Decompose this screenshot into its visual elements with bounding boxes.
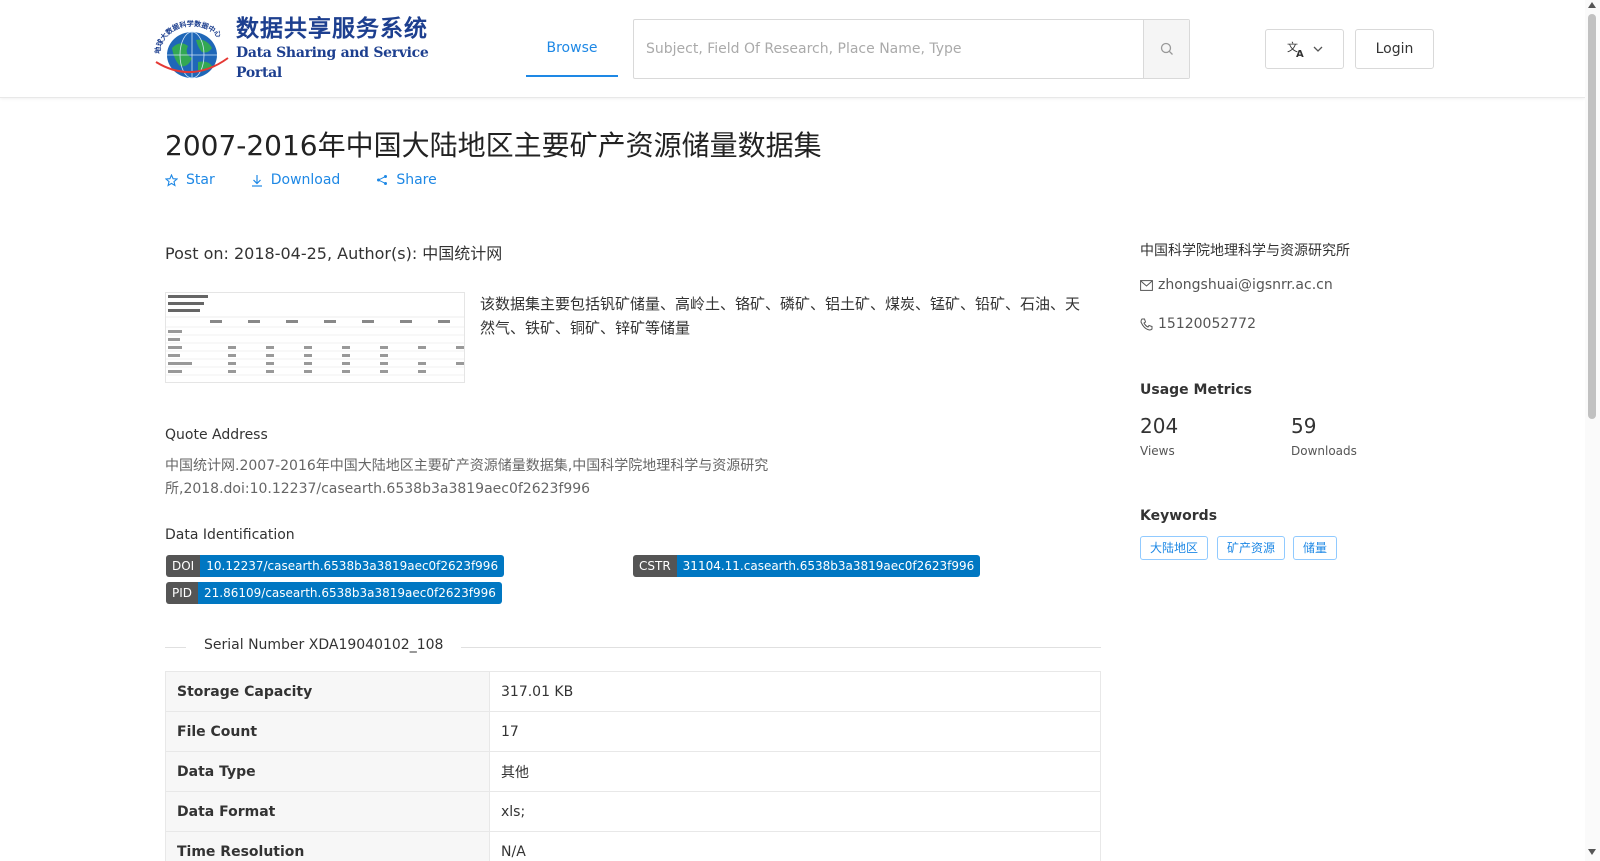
search-box <box>633 19 1190 79</box>
logo-en-text: Data Sharing and Service Portal <box>236 45 429 81</box>
info-value: 17 <box>489 711 1101 752</box>
info-key: Data Format <box>165 791 490 832</box>
info-value: N/A <box>489 831 1101 861</box>
dataset-actions: Star Download Share <box>165 172 473 188</box>
download-button[interactable]: Download <box>251 172 341 188</box>
pid-badge-value: 21.86109/casearth.6538b3a3819aec0f2623f9… <box>198 582 502 604</box>
keyword-tag[interactable]: 储量 <box>1293 536 1338 560</box>
scroll-thumb[interactable] <box>1588 14 1596 419</box>
table-row: Time Resolution N/A <box>165 831 1101 861</box>
info-key: Data Type <box>165 751 490 792</box>
globe-logo-icon: 地球大数据科学数据中心 <box>152 18 232 80</box>
post-info: Post on: 2018-04-25, Author(s): 中国统计网 <box>165 244 503 263</box>
phone-icon <box>1140 318 1153 331</box>
chevron-down-icon <box>1313 46 1322 52</box>
cstr-badge-value: 31104.11.casearth.6538b3a3819aec0f2623f9… <box>676 555 981 577</box>
nav-browse[interactable]: Browse <box>526 20 618 77</box>
mail-icon <box>1140 279 1153 291</box>
pid-badge-key: PID <box>166 582 199 604</box>
dataset-thumbnail[interactable] <box>165 292 465 383</box>
top-header: 地球大数据科学数据中心 数据共享服务系统 Data Sharing and Se… <box>0 0 1585 98</box>
email-text: zhongshuai@igsnrr.ac.cn <box>1158 277 1333 293</box>
views-label: Views <box>1140 444 1175 458</box>
phone-text: 15120052772 <box>1158 316 1256 332</box>
pid-badge[interactable]: PID 21.86109/casearth.6538b3a3819aec0f26… <box>166 582 502 604</box>
translate-icon: 文 A <box>1287 40 1304 58</box>
share-button[interactable]: Share <box>376 172 437 188</box>
search-button[interactable] <box>1143 20 1189 78</box>
quote-address-label: Quote Address <box>165 427 268 443</box>
keyword-tag[interactable]: 大陆地区 <box>1140 536 1209 560</box>
download-icon <box>251 174 262 187</box>
svg-text:A: A <box>1296 49 1304 58</box>
page-scrollbar[interactable] <box>1585 0 1600 861</box>
doi-badge-value: 10.12237/casearth.6538b3a3819aec0f2623f9… <box>200 555 505 577</box>
language-button[interactable]: 文 A <box>1265 29 1344 69</box>
star-icon <box>165 173 178 187</box>
keyword-tag[interactable]: 矿产资源 <box>1217 536 1286 560</box>
search-input[interactable] <box>634 20 1143 78</box>
share-icon <box>377 175 388 185</box>
dataset-title: 2007-2016年中国大陆地区主要矿产资源储量数据集 <box>165 129 822 162</box>
info-key: Storage Capacity <box>165 671 490 712</box>
table-row: Data Type 其他 <box>165 751 1101 792</box>
quote-address-text: 中国统计网.2007-2016年中国大陆地区主要矿产资源储量数据集,中国科学院地… <box>165 458 769 497</box>
search-icon <box>1160 42 1173 55</box>
star-button[interactable]: Star <box>165 172 215 188</box>
serial-number: Serial Number XDA19040102_108 <box>186 637 462 653</box>
doi-badge-key: DOI <box>166 555 201 577</box>
cstr-badge[interactable]: CSTR 31104.11.casearth.6538b3a3819aec0f2… <box>633 555 981 577</box>
table-row: Storage Capacity 317.01 KB <box>165 671 1101 712</box>
dataset-info-table: Storage Capacity 317.01 KB File Count 17… <box>165 671 1101 861</box>
share-label: Share <box>396 172 437 188</box>
dataset-description: 该数据集主要包括钒矿储量、高岭土、铬矿、磷矿、铝土矿、煤炭、锰矿、铅矿、石油、天… <box>480 295 1081 337</box>
info-value: 其他 <box>489 751 1101 792</box>
table-row: File Count 17 <box>165 711 1101 752</box>
info-key: File Count <box>165 711 490 752</box>
contact-phone: 15120052772 <box>1140 316 1256 332</box>
doi-badge[interactable]: DOI 10.12237/casearth.6538b3a3819aec0f26… <box>166 555 505 577</box>
scroll-down-icon[interactable] <box>1588 849 1596 855</box>
table-row: Data Format xls; <box>165 791 1101 832</box>
keywords-title: Keywords <box>1140 508 1218 524</box>
downloads-label: Downloads <box>1291 444 1357 458</box>
contact-email[interactable]: zhongshuai@igsnrr.ac.cn <box>1140 277 1333 293</box>
site-logo[interactable]: 地球大数据科学数据中心 数据共享服务系统 Data Sharing and Se… <box>152 16 442 81</box>
cstr-badge-key: CSTR <box>633 555 677 577</box>
data-identification-label: Data Identification <box>165 527 295 543</box>
usage-metrics-title: Usage Metrics <box>1140 382 1252 398</box>
download-label: Download <box>270 172 341 188</box>
info-value: xls; <box>489 791 1101 832</box>
scroll-up-icon[interactable] <box>1588 2 1596 8</box>
institution-name: 中国科学院地理科学与资源研究所 <box>1140 243 1350 259</box>
logo-cn-text: 数据共享服务系统 <box>236 16 428 42</box>
downloads-count: 59 <box>1291 414 1317 438</box>
star-label: Star <box>186 172 215 188</box>
views-count: 204 <box>1140 414 1179 438</box>
info-key: Time Resolution <box>165 831 490 861</box>
login-button[interactable]: Login <box>1355 29 1434 69</box>
info-value: 317.01 KB <box>489 671 1101 712</box>
